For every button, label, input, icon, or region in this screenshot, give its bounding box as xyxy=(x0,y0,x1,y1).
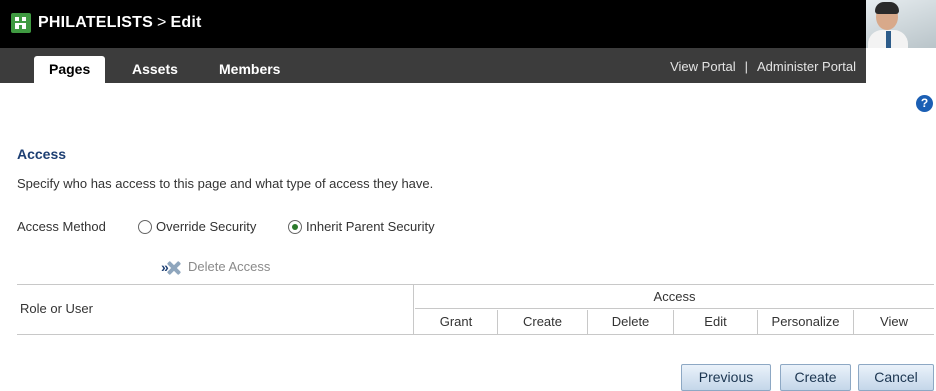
access-method-label: Access Method xyxy=(17,219,106,234)
column-personalize[interactable]: Personalize xyxy=(758,310,854,334)
column-delete[interactable]: Delete xyxy=(588,310,674,334)
section-description: Specify who has access to this page and … xyxy=(17,176,434,191)
top-bar: PHILATELISTS > Edit xyxy=(0,0,936,48)
override-security-label[interactable]: Override Security xyxy=(156,219,256,234)
column-create[interactable]: Create xyxy=(498,310,588,334)
override-security-radio[interactable] xyxy=(138,220,152,234)
column-edit[interactable]: Edit xyxy=(674,310,758,334)
view-portal-link[interactable]: View Portal xyxy=(670,59,736,74)
access-header: Access xyxy=(415,285,934,309)
delete-x-icon xyxy=(166,260,182,276)
delete-access-button[interactable]: Delete Access xyxy=(188,259,270,274)
inherit-parent-security-label[interactable]: Inherit Parent Security xyxy=(306,219,435,234)
help-icon[interactable]: ? xyxy=(916,95,933,112)
section-title: Access xyxy=(17,146,67,162)
breadcrumb: PHILATELISTS > Edit xyxy=(38,14,202,32)
administer-portal-link[interactable]: Administer Portal xyxy=(757,59,856,74)
column-grant[interactable]: Grant xyxy=(415,310,498,334)
app-logo-icon xyxy=(11,13,31,33)
breadcrumb-separator: > xyxy=(157,14,167,31)
breadcrumb-page: Edit xyxy=(170,14,202,31)
tab-members[interactable]: Members xyxy=(204,56,295,83)
cancel-button[interactable]: Cancel xyxy=(858,364,934,391)
breadcrumb-app-name: PHILATELISTS xyxy=(38,14,153,31)
create-button[interactable]: Create xyxy=(780,364,851,391)
column-view[interactable]: View xyxy=(854,310,934,334)
access-table: Role or User Access Grant Create Delete … xyxy=(17,284,934,335)
tab-assets[interactable]: Assets xyxy=(117,56,193,83)
role-or-user-header[interactable]: Role or User xyxy=(17,285,414,334)
portal-links: View Portal | Administer Portal xyxy=(670,59,856,74)
user-avatar[interactable] xyxy=(866,0,936,48)
nav-bar: Pages Assets Members View Portal | Adminis… xyxy=(0,48,866,83)
inherit-parent-security-radio[interactable] xyxy=(288,220,302,234)
previous-button[interactable]: Previous xyxy=(681,364,771,391)
link-divider: | xyxy=(744,59,749,74)
tab-pages[interactable]: Pages xyxy=(34,56,106,83)
